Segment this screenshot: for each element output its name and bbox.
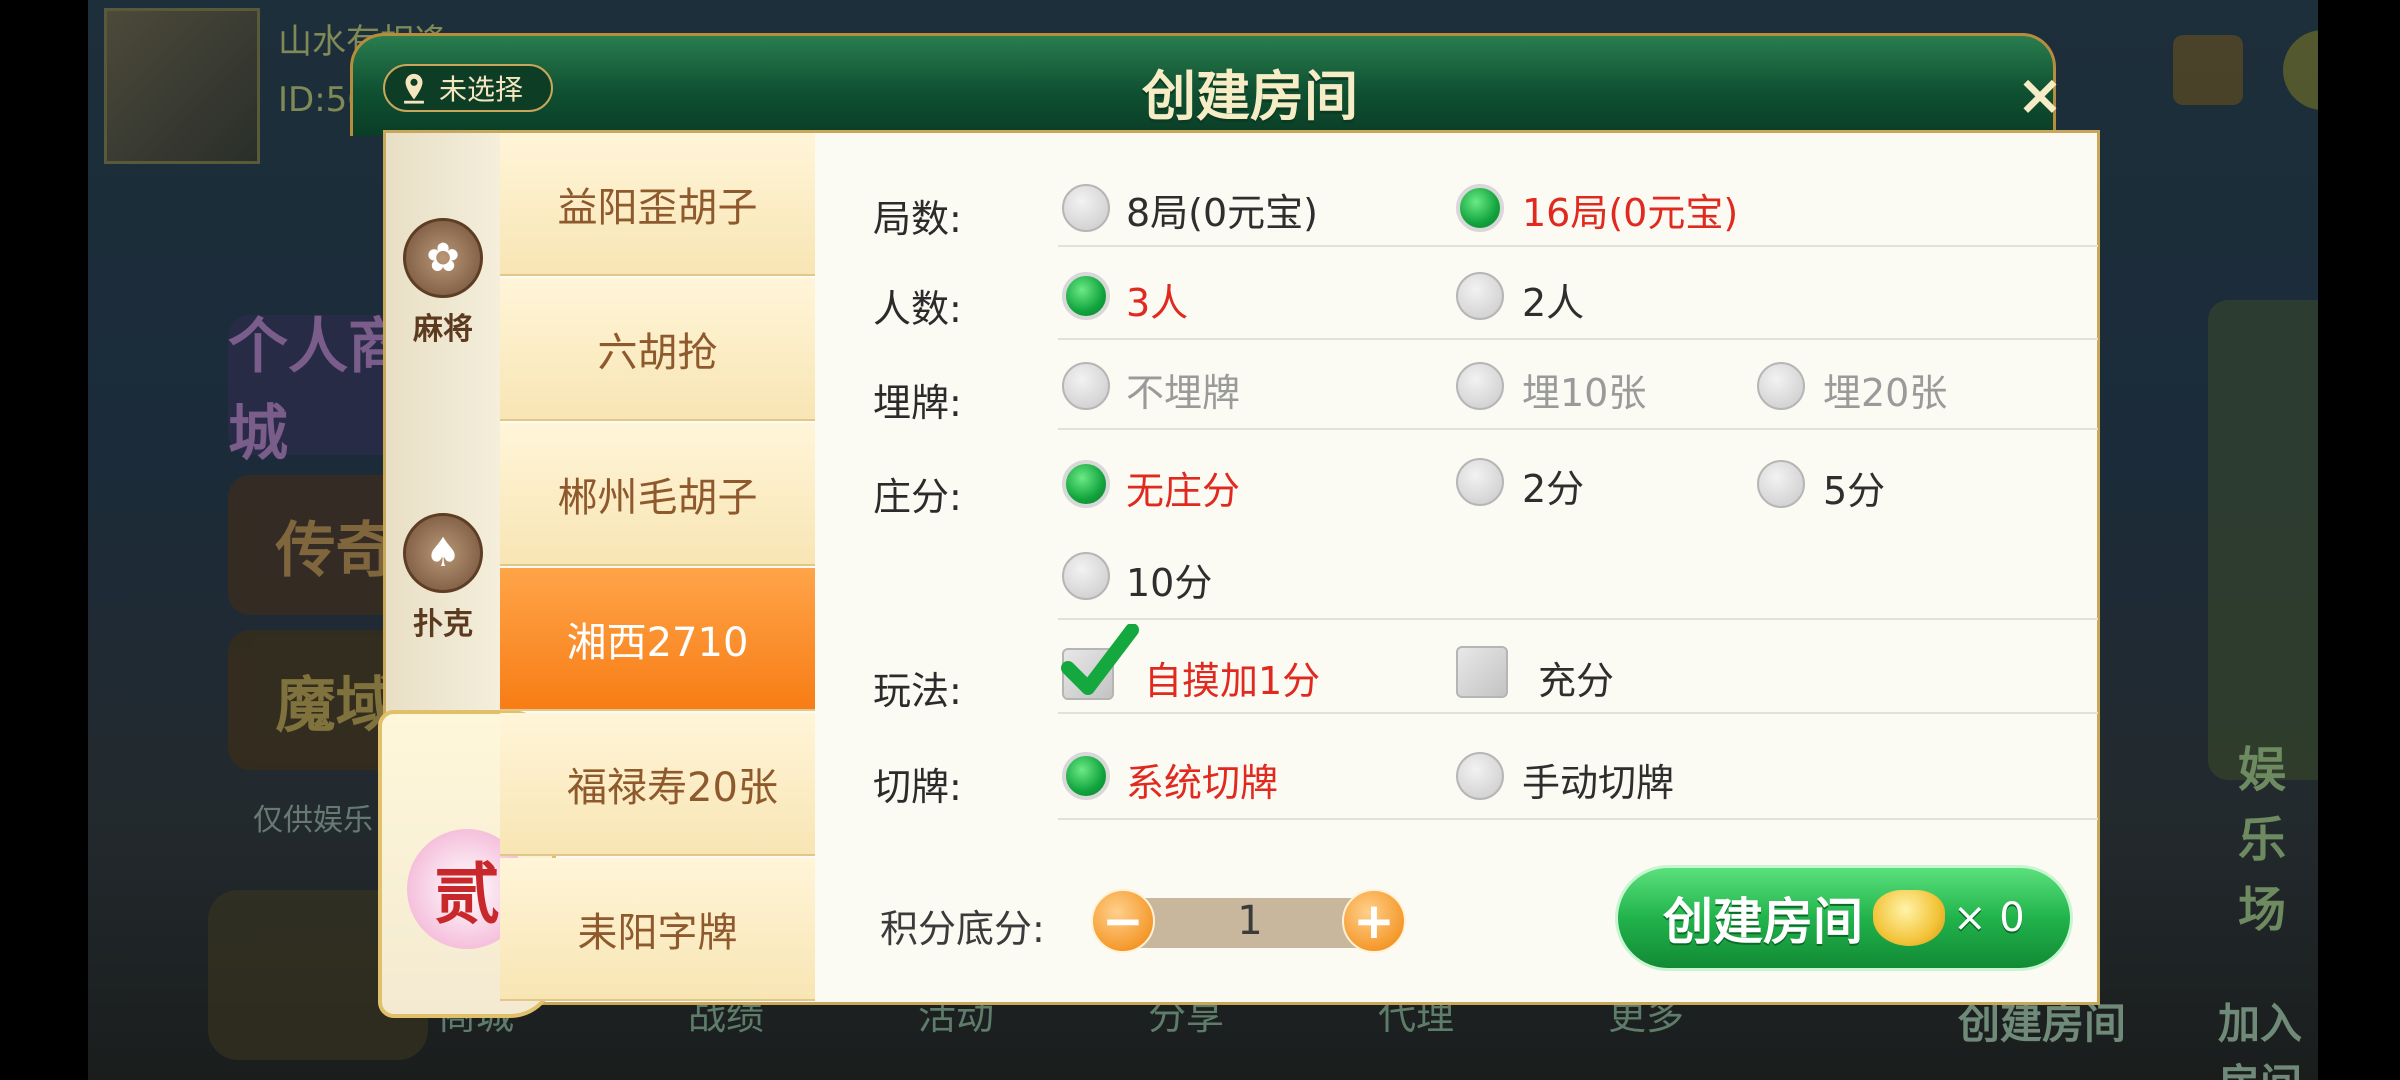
banker-label: 庄分: — [873, 475, 962, 519]
right-banner[interactable] — [2208, 300, 2318, 780]
banker-option-10[interactable]: 10分 — [1126, 552, 1212, 607]
cut-option-system[interactable]: 系统切牌 — [1126, 752, 1278, 807]
spade-icon: ♠ — [403, 513, 483, 593]
row-divider — [1058, 818, 2098, 820]
game-item-chenzhou[interactable]: 郴州毛胡子 — [500, 423, 815, 566]
location-pin-icon — [404, 73, 424, 104]
play-checkbox-chongfen[interactable] — [1456, 646, 1508, 698]
players-radio-3[interactable] — [1062, 272, 1110, 320]
cut-label: 切牌: — [873, 765, 962, 809]
cut-radio-manual[interactable] — [1456, 752, 1504, 800]
gear-icon[interactable] — [2283, 30, 2318, 110]
banker-option-2[interactable]: 2分 — [1522, 458, 1584, 513]
checkmark-icon — [1061, 624, 1139, 695]
gold-ingot-icon — [1873, 890, 1945, 946]
flower-icon: ✿ — [403, 218, 483, 298]
close-button[interactable]: × — [2005, 60, 2075, 130]
score-plus-button[interactable]: + — [1342, 889, 1406, 953]
game-item-yiyang[interactable]: 益阳歪胡子 — [500, 133, 815, 276]
create-room-button[interactable]: 创建房间 × 0 — [1615, 865, 2073, 971]
players-option-2[interactable]: 2人 — [1522, 272, 1584, 327]
category-label: 扑克 — [413, 607, 473, 642]
right-banner-label: 娱乐场 — [2238, 742, 2287, 938]
dialog-title: 创建房间 — [1142, 65, 1358, 128]
players-option-3[interactable]: 3人 — [1126, 272, 1188, 327]
create-room-label: 创建房间 — [1663, 893, 1863, 951]
game-item-xiangxi-active[interactable]: 湘西2710 — [500, 568, 815, 711]
category-label: 麻将 — [413, 312, 473, 347]
bury-radio-20[interactable] — [1757, 362, 1805, 410]
players-label: 人数: — [873, 287, 962, 331]
score-label: 积分底分: — [880, 907, 1045, 951]
players-radio-2[interactable] — [1456, 272, 1504, 320]
banker-option-5[interactable]: 5分 — [1823, 460, 1885, 515]
banker-option-none[interactable]: 无庄分 — [1126, 460, 1240, 515]
row-divider — [1058, 245, 2098, 247]
score-minus-button[interactable]: − — [1091, 889, 1155, 953]
category-mahjong[interactable]: ✿ 麻将 — [386, 218, 500, 348]
side-note: 仅供娱乐 — [253, 803, 373, 838]
game-item-fulushou[interactable]: 福禄寿20张 — [500, 713, 815, 856]
score-value: 1 — [1237, 898, 1263, 944]
rounds-option-8[interactable]: 8局(0元宝) — [1126, 182, 1318, 237]
bury-option-10[interactable]: 埋10张 — [1522, 362, 1646, 417]
game-list: 益阳歪胡子 六胡抢 郴州毛胡子 湘西2710 福禄寿20张 耒阳字牌 — [500, 133, 815, 1003]
banker-radio-none[interactable] — [1062, 460, 1110, 508]
location-label: 未选择 — [439, 73, 524, 106]
bury-label: 埋牌: — [873, 381, 962, 425]
play-checkbox-zimo[interactable] — [1061, 624, 1139, 700]
category-poker[interactable]: ♠ 扑克 — [386, 513, 500, 643]
play-option-zimo[interactable]: 自摸加1分 — [1144, 650, 1320, 705]
location-selector[interactable]: 未选择 — [383, 64, 553, 112]
banker-radio-5[interactable] — [1757, 460, 1805, 508]
player-avatar[interactable] — [104, 8, 260, 164]
banker-radio-2[interactable] — [1456, 458, 1504, 506]
create-room-cost: × 0 — [1953, 895, 2025, 941]
game-item-liuhuqiang[interactable]: 六胡抢 — [500, 278, 815, 421]
play-option-chongfen[interactable]: 充分 — [1538, 650, 1614, 705]
bury-option-none[interactable]: 不埋牌 — [1126, 362, 1240, 417]
row-divider — [1058, 338, 2098, 340]
cut-radio-system[interactable] — [1062, 752, 1110, 800]
play-label: 玩法: — [873, 669, 962, 713]
rounds-label: 局数: — [873, 197, 962, 241]
rounds-radio-8[interactable] — [1062, 184, 1110, 232]
bury-radio-10[interactable] — [1456, 362, 1504, 410]
row-divider — [1058, 428, 2098, 430]
row-divider — [1058, 712, 2098, 714]
cut-option-manual[interactable]: 手动切牌 — [1522, 752, 1674, 807]
bury-option-20[interactable]: 埋20张 — [1823, 362, 1947, 417]
banker-radio-10[interactable] — [1062, 552, 1110, 600]
row-divider — [1058, 618, 2098, 620]
game-item-leiyang[interactable]: 耒阳字牌 — [500, 858, 815, 1001]
gift-icon[interactable] — [2173, 35, 2243, 105]
bury-radio-none[interactable] — [1062, 362, 1110, 410]
bg-join-room[interactable]: 加入房间 — [2218, 990, 2318, 1080]
rounds-option-16[interactable]: 16局(0元宝) — [1522, 182, 1738, 237]
rounds-radio-16[interactable] — [1456, 184, 1504, 232]
